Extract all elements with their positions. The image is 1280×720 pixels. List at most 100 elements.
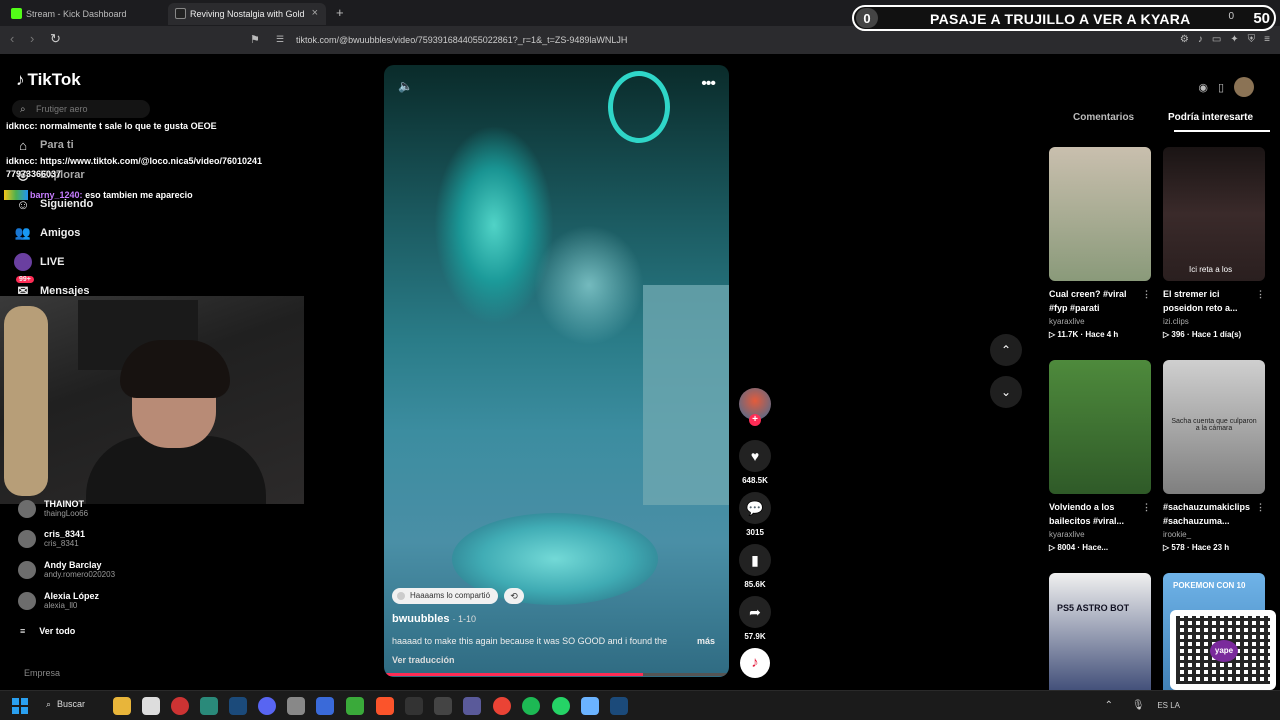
brave-icon[interactable] — [376, 697, 394, 715]
tab-kick-dashboard[interactable]: Stream - Kick Dashboard — [4, 3, 166, 25]
card-more-icon[interactable]: ⋮ — [1256, 287, 1265, 301]
header-icons: ◉ ▯ — [1198, 77, 1254, 97]
video-progress-bar[interactable] — [384, 673, 729, 676]
chat-message: 77973366037 — [6, 169, 61, 179]
share-button[interactable]: ➦ 57.9K — [738, 596, 772, 641]
tiktok-logo[interactable]: ♪ TikTok — [16, 70, 81, 90]
suggested-video-card[interactable]: Sacha cuenta que culparon a la cámara #s… — [1163, 360, 1265, 552]
repost-icon[interactable]: ⟲ — [504, 588, 524, 604]
forward-icon[interactable]: › — [30, 31, 34, 46]
comment-button[interactable]: 💬 3015 — [738, 492, 772, 537]
menu-icon[interactable]: ≡ — [1264, 34, 1270, 45]
steam-icon[interactable] — [610, 697, 628, 715]
see-translation-button[interactable]: Ver traducción — [392, 655, 455, 665]
store-icon[interactable] — [142, 697, 160, 715]
whatsapp-icon[interactable] — [552, 697, 570, 715]
video-date: · 1-10 — [452, 614, 477, 624]
reload-icon[interactable]: ↻ — [50, 31, 61, 47]
panel-tabs: Comentarios Podría interesarte — [1048, 112, 1270, 132]
nav-item-para-ti[interactable]: ⌂ Para ti — [14, 136, 74, 154]
taskbar-search[interactable]: ⌕ Buscar — [46, 699, 85, 710]
card-more-icon[interactable]: ⋮ — [1142, 287, 1151, 301]
share-count: 57.9K — [744, 632, 766, 641]
chrome-icon[interactable] — [493, 697, 511, 715]
shared-by-badge[interactable]: Haaaams lo compartió — [392, 588, 499, 604]
save-button[interactable]: ▮ 85.6K — [738, 544, 772, 589]
site-info-icon[interactable]: ☰ — [276, 34, 284, 45]
epic-games-icon[interactable] — [405, 697, 423, 715]
card-title: #sachauzumakiclips #sachauzuma... ⋮ — [1163, 500, 1265, 528]
sharer-avatar — [397, 592, 405, 600]
video-author[interactable]: bwuubbles · 1-10 — [392, 613, 476, 625]
calculator-icon[interactable] — [463, 697, 481, 715]
tab-comentarios[interactable]: Comentarios — [1073, 112, 1134, 123]
extension-icon[interactable]: ⚙ — [1180, 34, 1189, 45]
volume-icon[interactable]: 🔈 — [398, 79, 413, 93]
chat-message: idkncc: https://www.tiktok.com/@loco.nic… — [6, 156, 262, 166]
shield-icon[interactable]: ⛨ — [1248, 34, 1256, 45]
app-icon[interactable] — [434, 697, 452, 715]
card-stats: ▷ 11.7K · Hace 4 h — [1049, 330, 1119, 339]
following-item[interactable]: Alexia López alexia_ll0 — [18, 591, 99, 610]
caption-more-button[interactable]: más — [697, 636, 715, 646]
windows-start-icon[interactable] — [12, 698, 28, 714]
like-button[interactable]: ♥ 648.5K — [738, 440, 772, 485]
extension-icon[interactable]: ♪ — [1198, 34, 1203, 45]
following-handle: thaingLoo66 — [44, 509, 89, 518]
bookmark-icon[interactable]: ⚑ — [250, 33, 260, 46]
app-icon[interactable] — [287, 697, 305, 715]
url-field[interactable]: ⚑ ☰ tiktok.com/@bwuubbles/video/75939168… — [246, 29, 990, 51]
aquarium-glow — [534, 225, 644, 345]
suggested-video-card[interactable]: Cual creen? #viral #fyp #parati ⋮ kyaraxl… — [1049, 147, 1151, 339]
file-explorer-icon[interactable] — [113, 697, 131, 715]
discord-icon[interactable] — [258, 697, 276, 715]
share-icon: ➦ — [739, 596, 771, 628]
kick-icon — [11, 8, 22, 19]
previous-video-button[interactable]: ⌃ — [990, 334, 1022, 366]
footer-link-empresa[interactable]: Empresa — [24, 668, 60, 678]
profile-avatar[interactable] — [1234, 77, 1254, 97]
notepad-icon[interactable] — [581, 697, 599, 715]
coin-icon[interactable]: ◉ — [1198, 81, 1208, 94]
tab-podria-interesarte[interactable]: Podría interesarte — [1168, 112, 1253, 123]
follow-plus-icon[interactable]: + — [749, 414, 761, 426]
sidebar-toggle-icon[interactable]: ▭ — [1212, 34, 1221, 45]
following-item[interactable]: THAINOT thaingLoo66 — [18, 499, 88, 518]
following-handle: cris_8341 — [44, 539, 79, 548]
suggested-video-card[interactable]: Ici reta a los El stremer ici poseidon r… — [1163, 147, 1265, 339]
chevron-up-icon[interactable]: ⌃ — [1105, 700, 1113, 711]
minecraft-icon[interactable] — [346, 697, 364, 715]
new-tab-button[interactable]: + — [336, 5, 344, 20]
following-item[interactable]: Andy Barclay andy.romero020203 — [18, 560, 115, 579]
music-disc-icon[interactable]: ♪ — [740, 648, 770, 678]
card-more-icon[interactable]: ⋮ — [1256, 500, 1265, 514]
device-icon[interactable]: ▯ — [1218, 81, 1224, 94]
next-video-button[interactable]: ⌄ — [990, 376, 1022, 408]
tab-label: Stream - Kick Dashboard — [26, 9, 127, 19]
mic-icon[interactable]: 🎙 — [1132, 700, 1145, 711]
extension-icon[interactable]: ✦ — [1230, 34, 1238, 45]
nav-item-amigos[interactable]: 👥 Amigos — [14, 224, 80, 242]
following-item[interactable]: cris_8341 cris_8341 — [18, 529, 85, 548]
suggested-video-card[interactable]: PS5 ASTRO BOT — [1049, 573, 1151, 707]
nav-item-live[interactable]: LIVE — [14, 253, 64, 271]
card-title-text: #sachauzumakiclips #sachauzuma... — [1163, 502, 1251, 526]
spotify-icon[interactable] — [522, 697, 540, 715]
app-icon[interactable] — [200, 697, 218, 715]
video-player[interactable]: 🔈 ••• Haaaams lo compartió ⟲ bwuubbles ·… — [384, 65, 729, 677]
tab-tiktok-video[interactable]: Reviving Nostalgia with Gold × — [168, 3, 326, 25]
chat-text: 77973366037 — [6, 169, 62, 179]
close-tab-icon[interactable]: × — [312, 7, 318, 19]
search-input[interactable]: ⌕ Frutiger aero — [12, 100, 150, 118]
language-indicator[interactable]: ES LA — [1157, 701, 1180, 710]
suggested-video-card[interactable]: Volviendo a los bailecitos #viral... ⋮ ky… — [1049, 360, 1151, 552]
card-more-icon[interactable]: ⋮ — [1142, 500, 1151, 514]
app-icon[interactable] — [171, 697, 189, 715]
friends-icon: 👥 — [14, 225, 32, 240]
back-icon[interactable]: ‹ — [10, 31, 14, 46]
app-icon[interactable] — [316, 697, 334, 715]
see-all-button[interactable]: ≡ Ver todo — [20, 626, 75, 636]
thumbnail-caption: Sacha cuenta que culparon a la cámara — [1171, 418, 1257, 432]
more-options-icon[interactable]: ••• — [701, 75, 716, 93]
steam-icon[interactable] — [229, 697, 247, 715]
